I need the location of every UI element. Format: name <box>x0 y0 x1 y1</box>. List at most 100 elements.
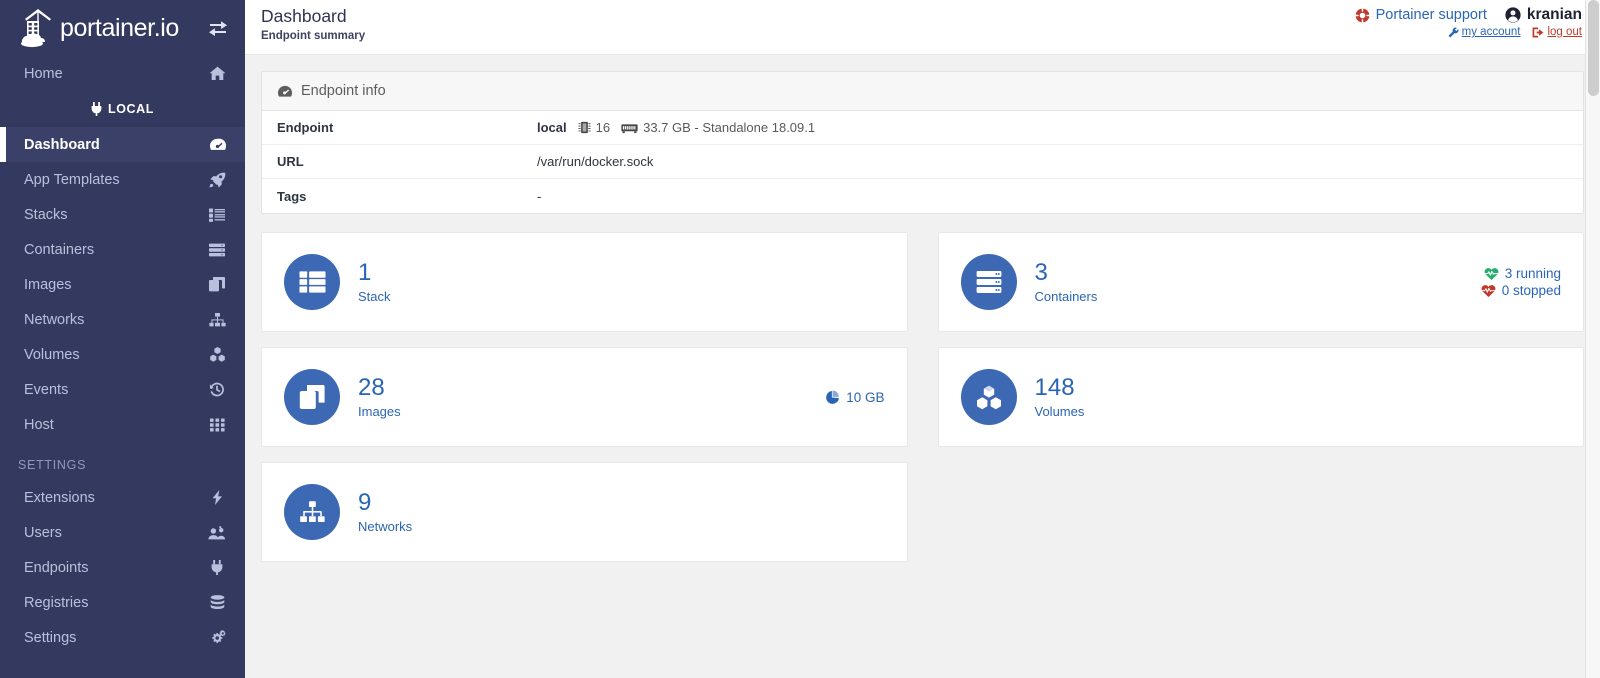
stacks-label: Stack <box>358 289 391 305</box>
networks-label: Networks <box>358 519 413 535</box>
sidebar-item-label: Home <box>24 65 63 82</box>
endpoint-row: Endpoint local 16 33.7 GB - Standalone 1… <box>262 111 1583 145</box>
sidebar-item-registries[interactable]: Registries <box>0 585 245 620</box>
exchange-arrows-icon[interactable] <box>207 17 229 39</box>
sidebar-item-label: Stacks <box>24 206 68 223</box>
sitemap-icon <box>284 484 340 540</box>
bolt-icon <box>207 489 227 507</box>
images-card-side: 10 GB <box>826 390 885 405</box>
sidebar: portainer.io Home LOCAL Dashboard App Te… <box>0 0 245 678</box>
sidebar-item-extensions[interactable]: Extensions <box>0 480 245 515</box>
endpoint-name: local <box>537 120 567 135</box>
stacks-count: 1 <box>358 258 372 286</box>
server-icon <box>960 254 1017 310</box>
sidebar-item-label: Registries <box>24 594 89 611</box>
my-account-link[interactable]: my account <box>1448 26 1521 38</box>
my-account-label: my account <box>1461 26 1521 38</box>
endpoint-cpu-value: 16 <box>595 120 611 135</box>
sidebar-item-label: Host <box>24 416 54 433</box>
list-icon <box>207 206 227 224</box>
endpoint-divider-label: LOCAL <box>107 102 155 116</box>
sidebar-item-home[interactable]: Home <box>0 56 245 91</box>
page-scrollbar[interactable] <box>1585 0 1600 678</box>
user-menu[interactable]: kranian <box>1505 6 1582 24</box>
networks-count: 9 <box>358 488 372 516</box>
containers-card[interactable]: 3 Containers 3 running 0 stopped <box>937 232 1584 332</box>
volumes-card[interactable]: 148 Volumes <box>937 347 1584 447</box>
images-card-text: 28 Images <box>358 375 401 419</box>
sidebar-item-app-templates[interactable]: App Templates <box>0 162 245 197</box>
life-ring-icon <box>1355 7 1370 23</box>
sidebar-item-volumes[interactable]: Volumes <box>0 337 245 372</box>
sign-out-icon <box>1532 27 1544 38</box>
page-subtitle: Endpoint summary <box>261 29 366 42</box>
brand-header[interactable]: portainer.io <box>0 0 245 56</box>
dashboard-cards: 1 Stack 28 Images 10 GB 9 Networks 3 Con… <box>261 232 1584 577</box>
main-area: Dashboard Endpoint summary Portainer sup… <box>245 0 1600 678</box>
volumes-card-text: 148 Volumes <box>1035 375 1085 419</box>
sidebar-item-label: Extensions <box>24 489 95 506</box>
page-title: Dashboard <box>261 6 347 26</box>
database-icon <box>207 594 227 612</box>
endpoint-row-label: Endpoint <box>277 120 334 135</box>
portainer-support-link[interactable]: Portainer support <box>1355 7 1487 23</box>
plug-icon <box>207 559 227 577</box>
cubes-icon <box>960 369 1017 425</box>
heartbeat-icon <box>1480 284 1496 298</box>
images-card[interactable]: 28 Images 10 GB <box>261 347 908 447</box>
tags-row: Tags - <box>262 179 1583 213</box>
networks-card[interactable]: 9 Networks <box>261 462 908 562</box>
sidebar-item-label: Networks <box>24 311 85 328</box>
scrollbar-thumb[interactable] <box>1588 0 1599 96</box>
brand-name: portainer.io <box>60 13 179 42</box>
sidebar-item-label: Dashboard <box>24 136 100 153</box>
endpoint-info-header: Endpoint info <box>262 72 1583 111</box>
plug-icon <box>91 102 102 116</box>
heartbeat-icon <box>1483 267 1499 281</box>
containers-label: Containers <box>1034 289 1098 305</box>
logout-label: log out <box>1547 26 1582 38</box>
wrench-icon <box>1448 27 1459 38</box>
containers-card-side: 3 running 0 stopped <box>1480 266 1561 298</box>
content-area: Endpoint info Endpoint local 16 33.7 GB … <box>245 55 1600 678</box>
cards-right-column: 3 Containers 3 running 0 stopped 148 Vol… <box>937 232 1584 577</box>
images-count: 28 <box>358 373 385 401</box>
sidebar-item-stacks[interactable]: Stacks <box>0 197 245 232</box>
sidebar-item-endpoints[interactable]: Endpoints <box>0 550 245 585</box>
topbar-secondary-row: my account log out <box>1448 26 1582 38</box>
sidebar-item-events[interactable]: Events <box>0 372 245 407</box>
stacks-card[interactable]: 1 Stack <box>261 232 908 332</box>
cards-left-column: 1 Stack 28 Images 10 GB 9 Networks <box>261 232 908 577</box>
tags-row-label: Tags <box>277 188 307 204</box>
sidebar-item-label: Users <box>24 524 62 541</box>
rocket-icon <box>207 171 227 189</box>
sidebar-item-networks[interactable]: Networks <box>0 302 245 337</box>
endpoint-divider: LOCAL <box>0 91 245 127</box>
sidebar-item-label: Events <box>24 381 69 398</box>
images-label: Images <box>358 404 401 420</box>
portainer-logo-icon <box>18 7 58 49</box>
sidebar-item-dashboard[interactable]: Dashboard <box>0 127 245 162</box>
microchip-icon <box>578 121 591 134</box>
memory-icon <box>621 122 638 134</box>
home-icon <box>207 65 227 83</box>
sidebar-item-users[interactable]: Users <box>0 515 245 550</box>
url-row: URL /var/run/docker.sock <box>262 145 1583 179</box>
portainer-app: portainer.io Home LOCAL Dashboard App Te… <box>0 0 1600 678</box>
users-icon <box>207 524 227 542</box>
logout-link[interactable]: log out <box>1532 26 1582 38</box>
endpoint-row-value: local 16 33.7 GB - Standalone 18.09.1 <box>537 120 815 135</box>
sidebar-item-settings[interactable]: Settings <box>0 620 245 655</box>
tachometer-icon <box>277 84 293 99</box>
tachometer-icon <box>207 136 227 154</box>
th-icon <box>207 416 227 434</box>
cubes-icon <box>207 346 227 364</box>
sidebar-item-label: Containers <box>24 241 95 258</box>
endpoint-memory-value: 33.7 GB - Standalone 18.09.1 <box>643 120 816 135</box>
sidebar-item-images[interactable]: Images <box>0 267 245 302</box>
sidebar-item-label: App Templates <box>24 171 120 188</box>
networks-card-text: 9 Networks <box>358 490 412 534</box>
sidebar-item-label: Endpoints <box>24 559 89 576</box>
sidebar-item-host[interactable]: Host <box>0 407 245 442</box>
sidebar-item-containers[interactable]: Containers <box>0 232 245 267</box>
